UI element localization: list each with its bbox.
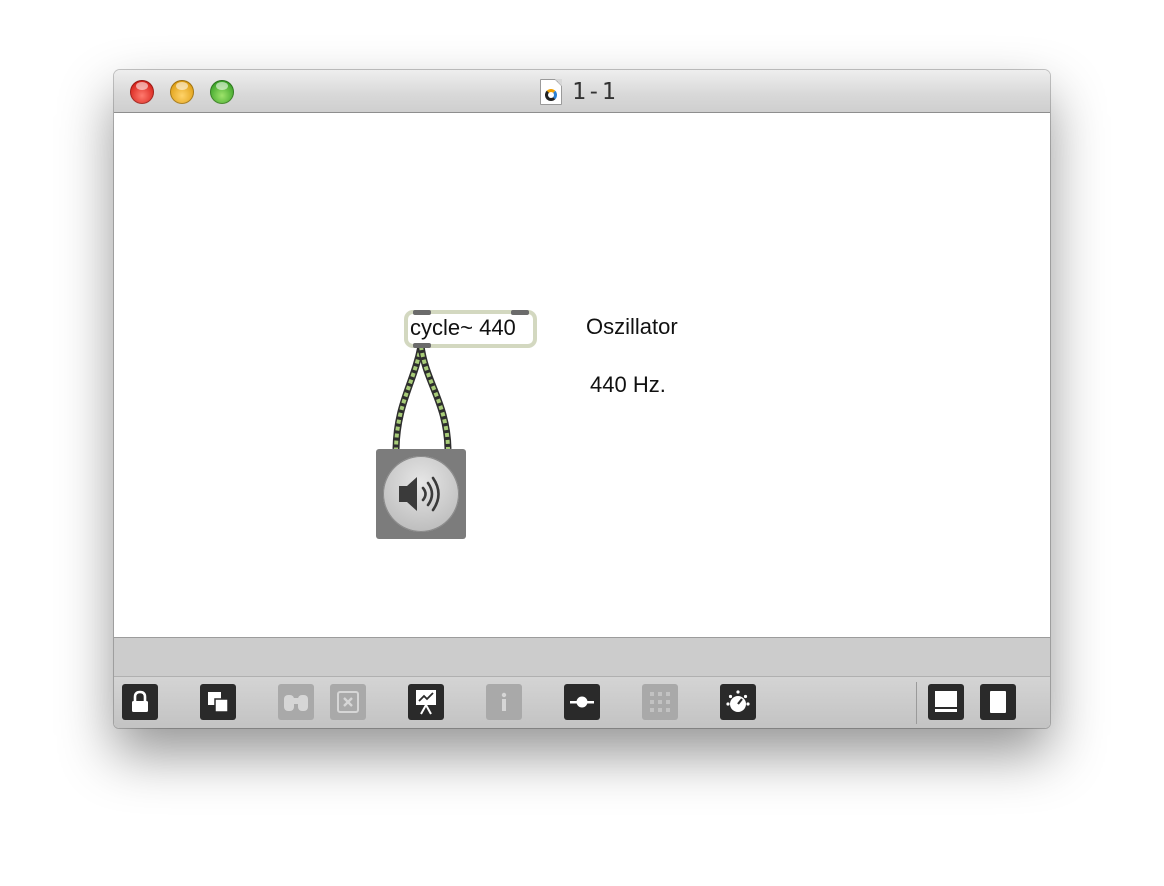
right-panel-icon <box>990 691 1006 713</box>
presentation-button[interactable] <box>408 684 444 720</box>
lock-button[interactable] <box>122 684 158 720</box>
close-button[interactable] <box>130 80 154 104</box>
cycle-object-box[interactable]: cycle~ 440 <box>404 310 537 348</box>
inlet-left[interactable] <box>413 310 431 315</box>
lock-icon <box>132 690 148 712</box>
speaker-icon <box>399 476 440 512</box>
patcher-canvas[interactable]: cycle~ 440 Oszillator 440 Hz. <box>114 113 1050 637</box>
patcher-window: 1-1 cycle~ 440 Oszillator 440 Hz. <box>114 70 1050 728</box>
zoom-button[interactable] <box>210 80 234 104</box>
presentation-mode-button[interactable] <box>200 684 236 720</box>
window-title-text: 1-1 <box>572 79 617 105</box>
window-title: 1-1 <box>540 79 617 105</box>
binoculars-icon <box>284 695 308 711</box>
dial-icon <box>726 690 750 712</box>
presentation-toggle-icon <box>208 692 229 713</box>
toolbar-separator <box>916 682 917 724</box>
outlet[interactable] <box>413 343 431 348</box>
right-panel-button[interactable] <box>980 684 1016 720</box>
comment-oszillator[interactable]: Oszillator <box>586 314 678 340</box>
grid-button[interactable] <box>642 684 678 720</box>
status-bar <box>114 637 1050 677</box>
title-bar[interactable]: 1-1 <box>114 70 1050 113</box>
slider-icon <box>570 696 594 708</box>
bottom-panel-button[interactable] <box>928 684 964 720</box>
patchcord-left <box>392 345 425 450</box>
inspector-button[interactable] <box>486 684 522 720</box>
ezdac-button[interactable] <box>383 456 459 532</box>
patchcord-right <box>417 345 452 450</box>
minimize-button[interactable] <box>170 80 194 104</box>
object-text: cycle~ 440 <box>410 315 516 340</box>
info-icon <box>501 692 507 711</box>
object-palette-button[interactable] <box>564 684 600 720</box>
inlet-right[interactable] <box>511 310 529 315</box>
presentation-board-icon <box>416 690 436 715</box>
patcher-toolbar <box>114 677 1050 728</box>
grid-icon <box>650 692 670 712</box>
find-button[interactable] <box>278 684 314 720</box>
dial-button[interactable] <box>720 684 756 720</box>
clear-button[interactable] <box>330 684 366 720</box>
comment-frequency[interactable]: 440 Hz. <box>590 372 666 398</box>
clear-icon <box>337 691 359 713</box>
patchcords[interactable] <box>114 113 1050 637</box>
bottom-panel-icon <box>935 691 957 712</box>
maxpat-document-icon[interactable] <box>540 79 562 105</box>
ezdac-object[interactable] <box>376 449 466 539</box>
